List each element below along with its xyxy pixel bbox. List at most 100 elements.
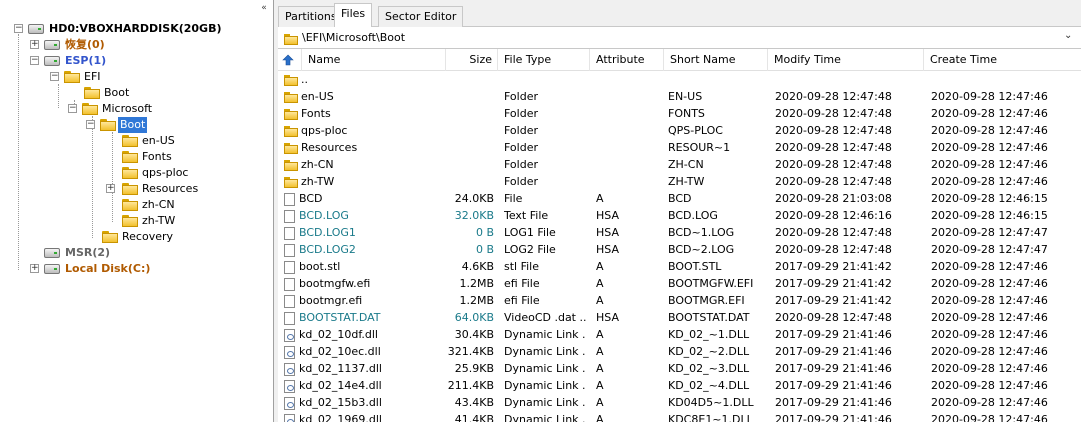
partition-icon <box>44 264 60 274</box>
collapse-toggle-icon[interactable]: − <box>86 120 95 129</box>
file-name-cell: bootmgr.efi <box>284 292 444 309</box>
file-row[interactable]: BCD 24.0KB File A BCD 2020-09-28 21:03:08 2020… <box>278 190 1081 207</box>
expand-toggle-icon[interactable]: + <box>30 264 39 273</box>
file-name-cell: .. <box>284 71 444 88</box>
collapse-toggle-icon[interactable]: − <box>30 56 39 65</box>
file-row[interactable]: Resources Folder RESOUR~1 2020-09-28 12:47:… <box>278 139 1081 156</box>
file-create-time: 2020-09-28 12:47:46 <box>931 311 1048 324</box>
tree-item-label: ESP(1) <box>65 54 107 67</box>
file-short-name: BCD~1.LOG <box>668 226 735 239</box>
file-attribute: A <box>596 260 604 273</box>
file-row[interactable]: BCD.LOG 32.0KB Text File HSA BCD.LOG 2020-09-… <box>278 207 1081 224</box>
file-create-time: 2020-09-28 12:47:46 <box>931 277 1048 290</box>
file-row[interactable]: BCD.LOG1 0 B LOG1 File HSA BCD~1.LOG 2020-09-… <box>278 224 1081 241</box>
path-bar[interactable]: \EFI\Microsoft\Boot ⌄ <box>278 27 1081 49</box>
file-short-name: ZH-CN <box>668 158 704 171</box>
file-name: en-US <box>301 90 334 103</box>
dll-file-icon <box>284 379 295 393</box>
expand-toggle-icon[interactable]: + <box>106 184 115 193</box>
folder-icon <box>284 142 298 154</box>
path-dropdown-icon[interactable]: ⌄ <box>1064 30 1072 41</box>
file-row[interactable]: bootmgr.efi 1.2MB efi File A BOOTMGR.EFI 2017… <box>278 292 1081 309</box>
file-row[interactable]: BCD.LOG2 0 B LOG2 File HSA BCD~2.LOG 2020-09-… <box>278 241 1081 258</box>
file-row[interactable]: kd_02_15b3.dll 43.4KB Dynamic Link ... A KD0… <box>278 394 1081 411</box>
tree-item-recovery[interactable]: Recovery <box>102 229 175 245</box>
file-attribute <box>596 122 662 139</box>
file-size: 25.9KB <box>454 362 494 375</box>
tree-item-qps-ploc[interactable]: qps-ploc <box>122 165 190 181</box>
file-row[interactable]: Fonts Folder FONTS 2020-09-28 12:47:48 2020-… <box>278 105 1081 122</box>
file-row[interactable]: kd_02_1969.dll 41.4KB Dynamic Link ... A KDC… <box>278 411 1081 422</box>
file-short-name: ZH-TW <box>668 175 705 188</box>
file-row[interactable]: boot.stl 4.6KB stl File A BOOT.STL 2017-09-29… <box>278 258 1081 275</box>
tree-item-zh-cn[interactable]: zh-CN <box>122 197 177 213</box>
tree-item-hd0[interactable]: − HD0:VBOXHARDDISK(20GB) <box>4 21 224 37</box>
partition-icon <box>44 56 60 66</box>
file-create-time: 2020-09-28 12:47:46 <box>931 260 1048 273</box>
up-arrow-icon[interactable] <box>278 49 302 71</box>
tree-item-fonts[interactable]: Fonts <box>122 149 174 165</box>
column-header-modify-time[interactable]: Modify Time <box>768 49 924 71</box>
column-header-create-time[interactable]: Create Time <box>924 49 1081 71</box>
file-create-time: 2020-09-28 12:47:46 <box>931 175 1048 188</box>
file-row[interactable]: kd_02_1137.dll 25.9KB Dynamic Link ... A KD_… <box>278 360 1081 377</box>
tree-item-recovery-partition[interactable]: + 恢复(0) <box>30 37 107 53</box>
file-size: 0 B <box>475 243 494 256</box>
folder-icon <box>284 108 298 120</box>
tree-item-efi-boot[interactable]: Boot <box>84 85 131 101</box>
tree-item-label-selected: Boot <box>118 117 148 133</box>
column-header-name[interactable]: Name <box>302 49 446 71</box>
tab-files[interactable]: Files <box>334 3 373 27</box>
file-row[interactable]: .. <box>278 71 1081 88</box>
file-row[interactable]: kd_02_10df.dll 30.4KB Dynamic Link ... A KD_… <box>278 326 1081 343</box>
file-row[interactable]: kd_02_10ec.dll 321.4KB Dynamic Link ... A KD… <box>278 343 1081 360</box>
file-row[interactable]: en-US Folder EN-US 2020-09-28 12:47:48 2020-… <box>278 88 1081 105</box>
file-name: Fonts <box>301 107 331 120</box>
file-attribute <box>596 139 662 156</box>
tab-sector-editor[interactable]: Sector Editor <box>378 6 464 27</box>
column-header-size[interactable]: Size <box>446 49 498 71</box>
file-short-name: BCD <box>668 192 692 205</box>
file-name-cell: qps-ploc <box>284 122 444 139</box>
partition-tree-panel: « − HD0:VBOXHARDDISK(20GB) + 恢复(0) − ESP… <box>0 0 274 422</box>
file-row[interactable]: zh-CN Folder ZH-CN 2020-09-28 12:47:48 2020-… <box>278 156 1081 173</box>
tree-item-msr-partition[interactable]: MSR(2) <box>44 245 112 261</box>
file-modify-time: 2020-09-28 12:47:48 <box>775 158 892 171</box>
file-name: BCD.LOG1 <box>299 226 356 239</box>
tree-item-local-disk-c[interactable]: + Local Disk(C:) <box>30 261 152 277</box>
collapse-toggle-icon[interactable]: − <box>68 104 77 113</box>
file-row[interactable]: BOOTSTAT.DAT 64.0KB VideoCD .dat ... HSA BOO… <box>278 309 1081 326</box>
tree-item-zh-tw[interactable]: zh-TW <box>122 213 177 229</box>
tree-item-efi[interactable]: − EFI <box>50 69 103 85</box>
expand-toggle-icon[interactable]: + <box>30 40 39 49</box>
tree-item-esp-partition[interactable]: − ESP(1) <box>30 53 108 69</box>
dll-file-icon <box>284 345 295 359</box>
file-size: 43.4KB <box>454 396 494 409</box>
collapse-toggle-icon[interactable]: − <box>14 24 23 33</box>
tree-item-en-us[interactable]: en-US <box>122 133 177 149</box>
column-header-short-name[interactable]: Short Name <box>664 49 768 71</box>
folder-icon <box>102 231 118 243</box>
tree-item-label: zh-CN <box>142 198 175 211</box>
file-attribute: HSA <box>596 226 619 239</box>
tree-item-label: Local Disk(C:) <box>65 262 151 275</box>
file-row[interactable]: bootmgfw.efi 1.2MB efi File A BOOTMGFW.EFI 20… <box>278 275 1081 292</box>
file-name-cell: zh-CN <box>284 156 444 173</box>
tree-item-microsoft[interactable]: − Microsoft <box>68 101 154 117</box>
file-short-name: KD_02_~1.DLL <box>668 328 750 341</box>
file-name: bootmgr.efi <box>299 294 363 307</box>
file-short-name: QPS-PLOC <box>668 124 723 137</box>
file-name: bootmgfw.efi <box>299 277 371 290</box>
file-modify-time: 2017-09-29 21:41:42 <box>775 260 892 273</box>
file-row[interactable]: qps-ploc Folder QPS-PLOC 2020-09-28 12:47:4… <box>278 122 1081 139</box>
column-header-file-type[interactable]: File Type <box>498 49 590 71</box>
column-header-attribute[interactable]: Attribute <box>590 49 664 71</box>
file-name: kd_02_15b3.dll <box>299 396 382 409</box>
file-row[interactable]: zh-TW Folder ZH-TW 2020-09-28 12:47:48 2020-… <box>278 173 1081 190</box>
file-type: Dynamic Link ... <box>504 413 586 422</box>
collapse-panel-button[interactable]: « <box>257 2 271 15</box>
tree-item-microsoft-boot[interactable]: − Boot <box>86 117 148 133</box>
file-row[interactable]: kd_02_14e4.dll 211.4KB Dynamic Link ... A KD… <box>278 377 1081 394</box>
tree-item-resources[interactable]: + Resources <box>106 181 200 197</box>
collapse-toggle-icon[interactable]: − <box>50 72 59 81</box>
